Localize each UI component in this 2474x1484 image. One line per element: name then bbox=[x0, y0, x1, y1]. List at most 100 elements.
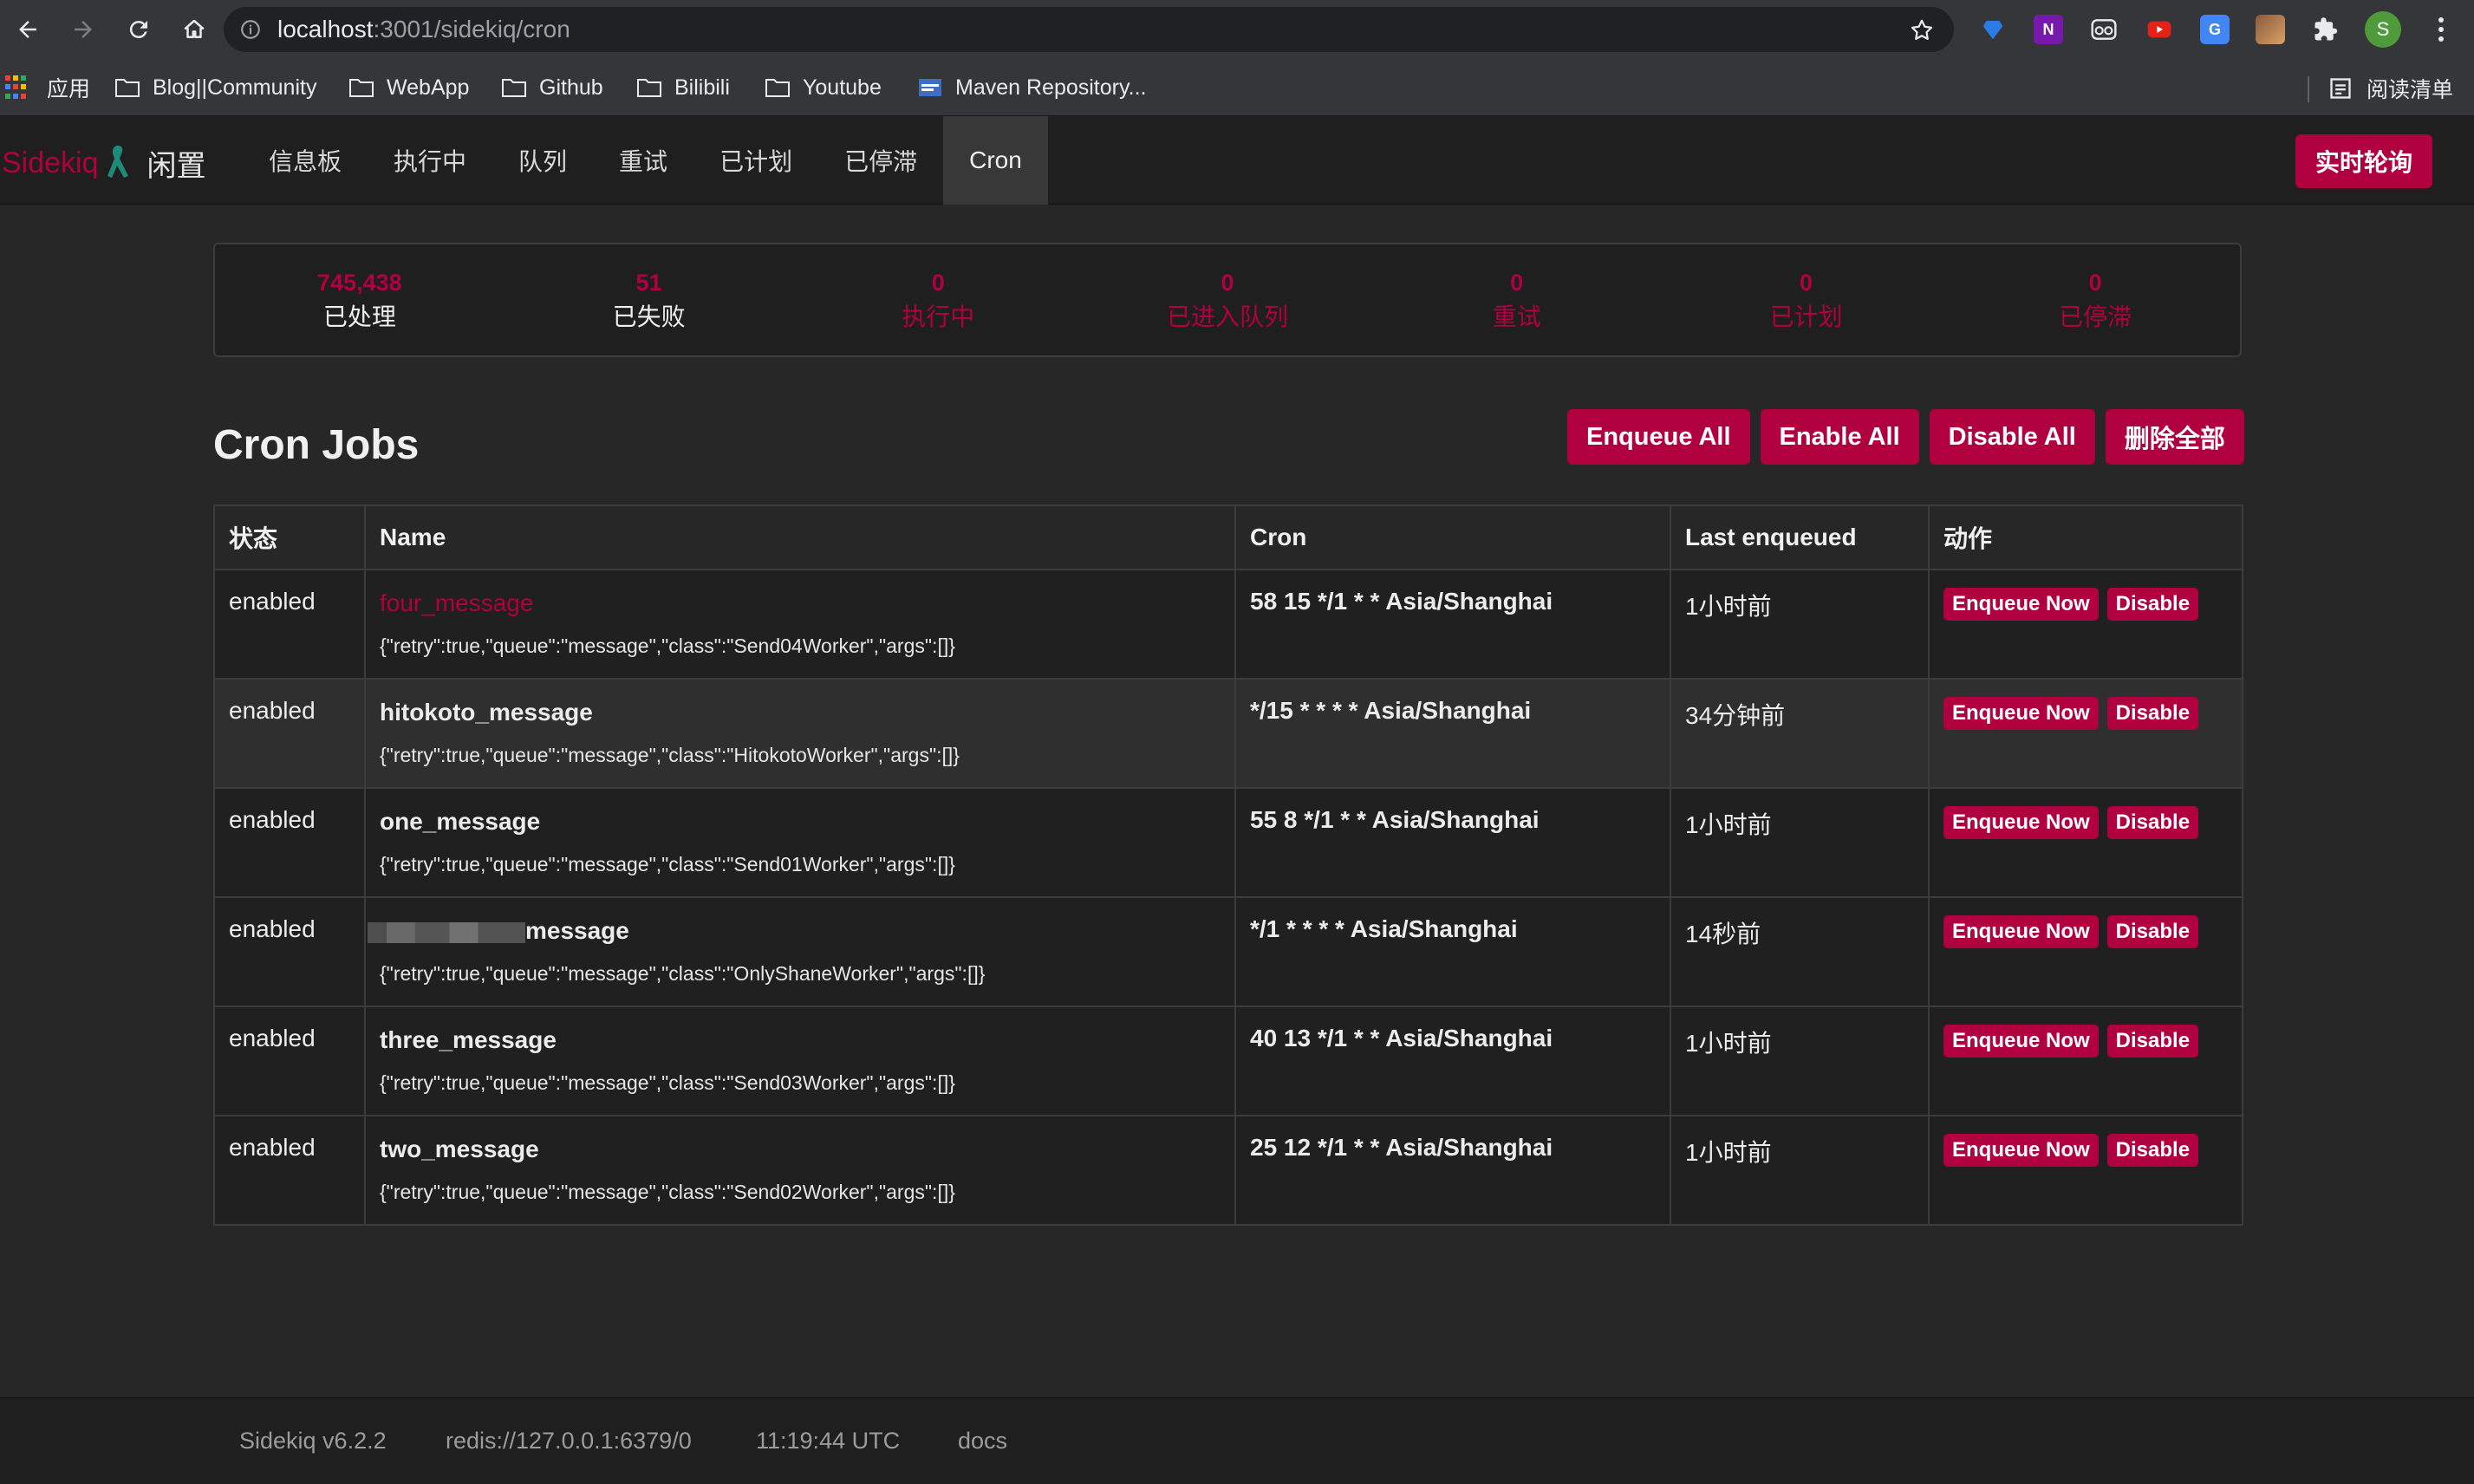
disable-button[interactable]: Disable bbox=[2106, 697, 2199, 730]
nav-dashboard[interactable]: 信息板 bbox=[243, 116, 368, 205]
bookmark-github[interactable]: Github bbox=[501, 73, 603, 102]
disable-button[interactable]: Disable bbox=[2106, 806, 2199, 839]
enqueue-now-button[interactable]: Enqueue Now bbox=[1943, 588, 2099, 621]
stat-label: 已进入队列 bbox=[1167, 303, 1289, 330]
stat-enqueued[interactable]: 0 已进入队列 bbox=[1083, 244, 1372, 355]
job-args: {"retry":true,"queue":"message","class":… bbox=[380, 1181, 955, 1203]
delete-all-button[interactable]: 删除全部 bbox=[2105, 409, 2244, 465]
reading-list-label: 阅读清单 bbox=[2367, 78, 2454, 102]
job-name-cell: four_message {"retry":true,"queue":"mess… bbox=[364, 569, 1236, 680]
nav-tabs: 信息板 执行中 队列 重试 已计划 已停滞 Cron bbox=[243, 116, 1048, 205]
reload-button[interactable] bbox=[111, 0, 166, 59]
youtube-extension-icon[interactable] bbox=[2145, 15, 2174, 44]
disable-all-button[interactable]: Disable All bbox=[1929, 409, 2095, 465]
job-args: {"retry":true,"queue":"message","class":… bbox=[380, 853, 955, 875]
nav-busy[interactable]: 执行中 bbox=[368, 116, 492, 205]
job-actions: Enqueue Now Disable bbox=[1928, 787, 2243, 898]
enqueue-now-button[interactable]: Enqueue Now bbox=[1943, 915, 2099, 948]
onenote-extension-icon[interactable]: N bbox=[2034, 15, 2063, 44]
stat-scheduled[interactable]: 0 已计划 bbox=[1662, 244, 1951, 355]
job-name-link[interactable]: three_message bbox=[380, 1025, 1221, 1056]
job-cron: 40 13 */1 * * Asia/Shanghai bbox=[1234, 1006, 1671, 1116]
job-name-link[interactable]: two_message bbox=[380, 1134, 1221, 1165]
avatar-extension-icon[interactable] bbox=[2256, 15, 2285, 44]
bookmark-apps[interactable]: 应用 bbox=[5, 73, 90, 102]
table-row: enabled two_message {"retry":true,"queue… bbox=[213, 1115, 2243, 1226]
home-button[interactable] bbox=[166, 0, 222, 59]
bookmark-blog-community[interactable]: Blog||Community bbox=[114, 73, 316, 102]
nav-cron[interactable]: Cron bbox=[943, 116, 1048, 205]
redacted-name-blur bbox=[368, 921, 525, 943]
enqueue-now-button[interactable]: Enqueue Now bbox=[1943, 697, 2099, 730]
enable-all-button[interactable]: Enable All bbox=[1760, 409, 1919, 465]
back-button[interactable] bbox=[0, 0, 55, 59]
bookmark-star-icon[interactable] bbox=[1909, 17, 1935, 43]
bookmark-maven-repository[interactable]: Maven Repository... bbox=[917, 73, 1146, 102]
glasses-extension-icon[interactable] bbox=[2089, 15, 2119, 44]
stat-count: 0 bbox=[931, 270, 945, 296]
bookmarks-bar: 应用 Blog||Community WebApp Github Bilibil… bbox=[0, 59, 2474, 116]
bookmarks-divider bbox=[2308, 76, 2309, 102]
bookmark-label: Bilibili bbox=[674, 75, 730, 100]
forward-button[interactable] bbox=[55, 0, 111, 59]
enqueue-now-button[interactable]: Enqueue Now bbox=[1943, 806, 2099, 839]
footer-docs-link[interactable]: docs bbox=[958, 1428, 1007, 1455]
stat-retries[interactable]: 0 重试 bbox=[1372, 244, 1662, 355]
maven-icon bbox=[919, 79, 941, 96]
url-host: localhost bbox=[277, 16, 374, 42]
enqueue-now-button[interactable]: Enqueue Now bbox=[1943, 1025, 2099, 1058]
summary-bar: 745,438 已处理 51 已失败 0 执行中 0 已进入队列 0 重试 0 … bbox=[213, 243, 2242, 357]
bookmark-youtube[interactable]: Youtube bbox=[765, 73, 882, 102]
table-row: enabled three_message {"retry":true,"que… bbox=[213, 1006, 2243, 1116]
enqueue-now-button[interactable]: Enqueue Now bbox=[1943, 1134, 2099, 1167]
bookmark-label: Blog||Community bbox=[153, 75, 317, 100]
disable-button[interactable]: Disable bbox=[2106, 1134, 2199, 1167]
nav-retries[interactable]: 重试 bbox=[593, 116, 693, 205]
enqueue-all-button[interactable]: Enqueue All bbox=[1567, 409, 1750, 465]
folder-icon bbox=[765, 79, 790, 97]
job-name-link[interactable]: hitokoto_message bbox=[380, 697, 1221, 728]
chrome-menu-icon[interactable] bbox=[2424, 12, 2458, 47]
bookmark-webapp[interactable]: WebApp bbox=[348, 73, 469, 102]
translate-extension-icon[interactable]: G bbox=[2200, 15, 2230, 44]
bookmark-bilibili[interactable]: Bilibili bbox=[636, 73, 730, 102]
sidekiq-logo-icon bbox=[107, 145, 128, 178]
diamond-extension-icon[interactable] bbox=[1978, 15, 2008, 44]
reload-icon bbox=[129, 21, 147, 39]
stat-processed[interactable]: 745,438 已处理 bbox=[215, 244, 505, 355]
extensions-puzzle-icon[interactable] bbox=[2311, 15, 2341, 44]
bookmark-label: 应用 bbox=[47, 77, 91, 101]
url-text: localhost:3001/sidekiq/cron bbox=[277, 16, 570, 43]
reading-list-button[interactable]: 阅读清单 bbox=[2328, 73, 2453, 104]
disable-button[interactable]: Disable bbox=[2106, 915, 2199, 948]
job-name-link[interactable]: one_message bbox=[380, 806, 1221, 837]
folder-icon bbox=[349, 79, 374, 97]
url-path: :3001/sidekiq/cron bbox=[373, 16, 570, 42]
job-actions: Enqueue Now Disable bbox=[1928, 896, 2243, 1007]
stat-count: 0 bbox=[2088, 270, 2102, 296]
stat-dead[interactable]: 0 已停滞 bbox=[1950, 244, 2240, 355]
job-status: enabled bbox=[213, 678, 366, 789]
stat-failed[interactable]: 51 已失败 bbox=[505, 244, 794, 355]
forward-arrow-icon bbox=[75, 21, 92, 38]
footer: Sidekiq v6.2.2 redis://127.0.0.1:6379/0 … bbox=[0, 1397, 2474, 1484]
nav-dead[interactable]: 已停滞 bbox=[818, 116, 943, 205]
table-row: enabled message {"retry":true,"queue":"m… bbox=[213, 896, 2243, 1007]
job-name-link[interactable]: message bbox=[368, 915, 1221, 947]
profile-avatar[interactable]: S bbox=[2365, 11, 2401, 48]
brand[interactable]: Sidekiq 闲置 bbox=[2, 142, 206, 185]
table-header-row: 状态 Name Cron Last enqueued 动作 bbox=[213, 504, 2243, 570]
footer-time: 11:19:44 UTC bbox=[756, 1428, 901, 1454]
disable-button[interactable]: Disable bbox=[2106, 1025, 2199, 1058]
live-poll-button[interactable]: 实时轮询 bbox=[2295, 134, 2432, 188]
nav-scheduled[interactable]: 已计划 bbox=[693, 116, 818, 205]
job-actions: Enqueue Now Disable bbox=[1928, 678, 2243, 789]
stat-count: 51 bbox=[635, 270, 662, 296]
site-info-icon[interactable] bbox=[239, 18, 262, 41]
nav-queues[interactable]: 队列 bbox=[492, 116, 593, 205]
disable-button[interactable]: Disable bbox=[2106, 588, 2199, 621]
job-name-link[interactable]: four_message bbox=[380, 588, 1221, 619]
address-bar[interactable]: localhost:3001/sidekiq/cron bbox=[224, 7, 1954, 52]
job-cron: 58 15 */1 * * Asia/Shanghai bbox=[1234, 569, 1671, 680]
stat-busy[interactable]: 0 执行中 bbox=[793, 244, 1083, 355]
